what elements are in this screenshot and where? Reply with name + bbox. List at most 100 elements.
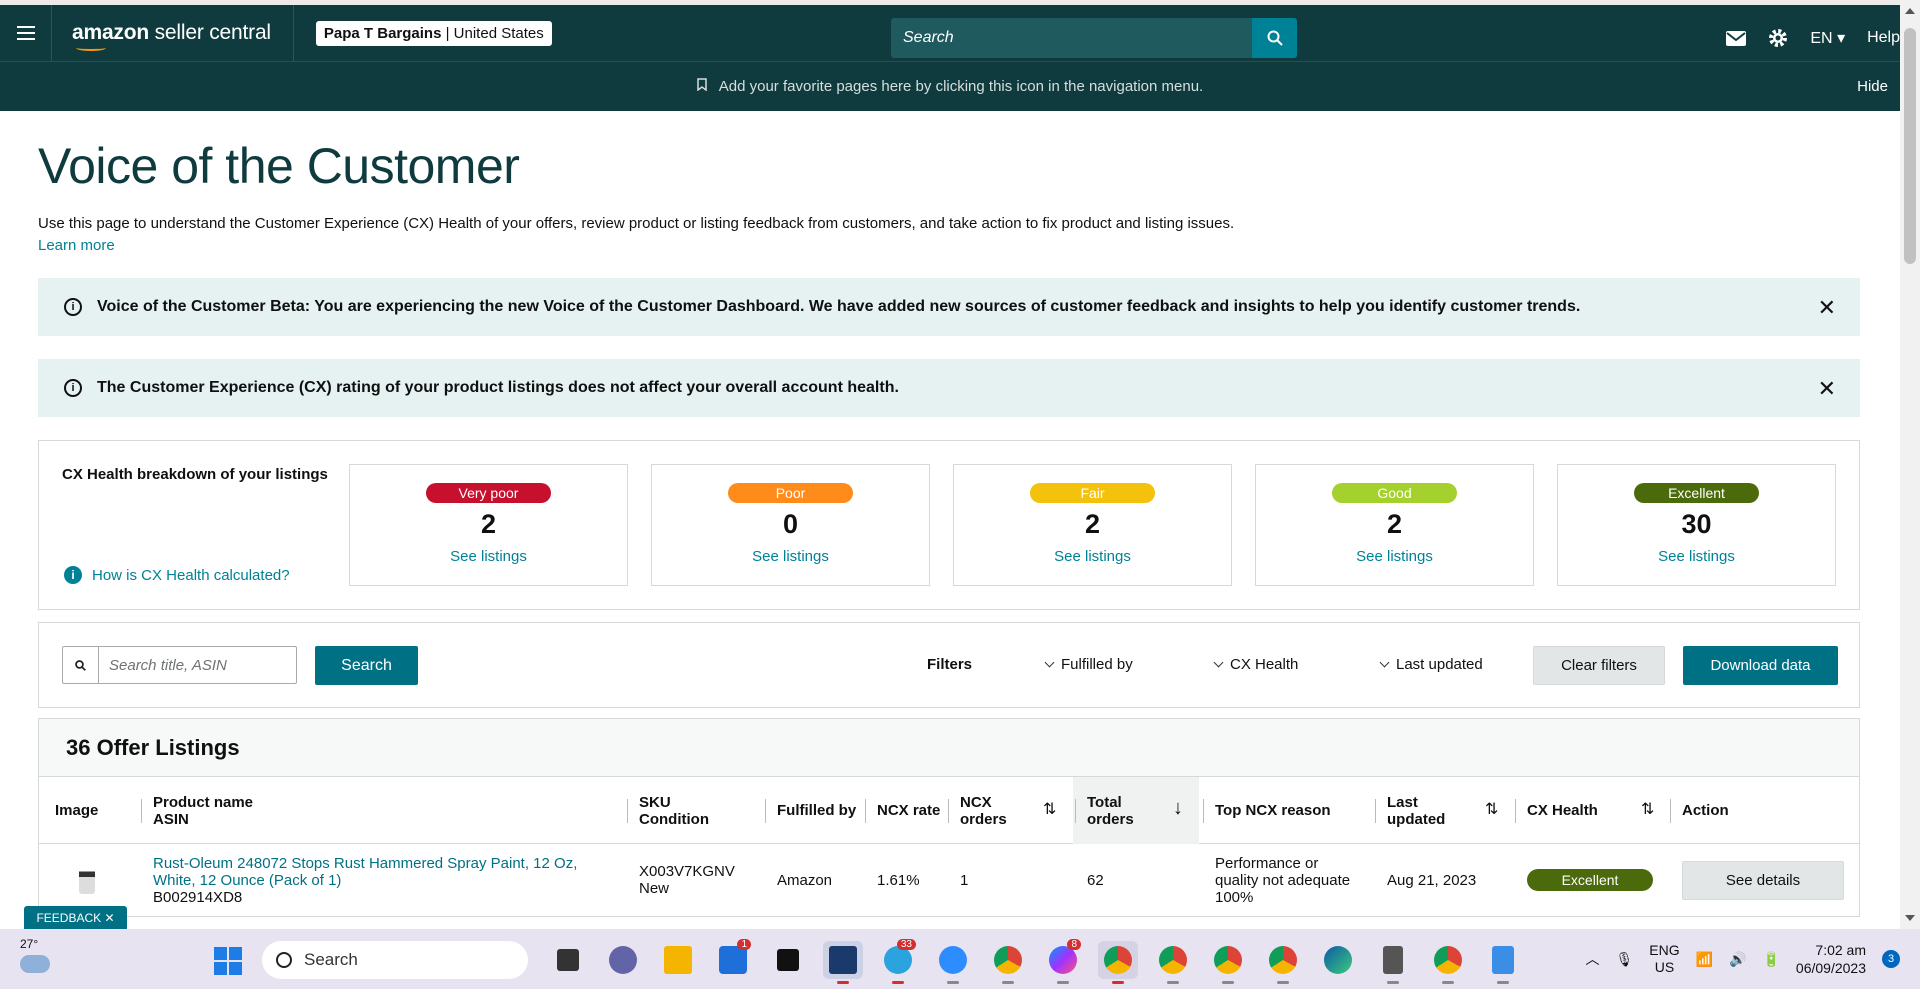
scroll-down-icon[interactable]	[1905, 915, 1915, 921]
chevron-down-icon	[1044, 657, 1055, 668]
sort-icon[interactable]: ⇅	[1043, 799, 1056, 819]
listing-search[interactable]: Search title, ASIN	[62, 646, 297, 684]
col-sku[interactable]: SKU Condition	[627, 777, 709, 844]
logo-amazon: amazon	[72, 21, 149, 44]
menu-icon[interactable]	[0, 5, 52, 61]
beta-alert: i Voice of the Customer Beta: You are ex…	[38, 278, 1860, 336]
teams-icon[interactable]	[603, 941, 643, 979]
speaker-icon[interactable]: 🔊	[1729, 951, 1746, 968]
input-language[interactable]: ENG US	[1649, 942, 1679, 976]
close-icon[interactable]: ✕	[104, 911, 114, 925]
scroll-up-icon[interactable]	[1905, 8, 1915, 14]
microphone-icon[interactable]: 🎙	[1615, 951, 1633, 968]
col-top-ncx-reason[interactable]: Top NCX reason	[1203, 777, 1331, 844]
edge-icon[interactable]	[1318, 941, 1358, 979]
col-ncx-orders[interactable]: NCX orders	[948, 777, 1007, 844]
scrollbar-thumb[interactable]	[1904, 28, 1916, 264]
mail-icon[interactable]	[1726, 30, 1747, 46]
see-details-button[interactable]: See details	[1682, 860, 1844, 900]
chrome-icon[interactable]	[1428, 941, 1468, 984]
battery-icon[interactable]: 🔋	[1762, 951, 1779, 968]
clock-date: 06/09/2023	[1795, 960, 1866, 976]
app-icon[interactable]	[823, 941, 863, 984]
page-scrollbar[interactable]	[1900, 0, 1920, 929]
see-listings-link[interactable]: See listings	[1558, 548, 1835, 565]
col-product-name[interactable]: Product name ASIN	[140, 777, 253, 844]
seller-central-logo[interactable]: amazon seller central	[72, 21, 271, 51]
learn-more-link[interactable]: Learn more	[38, 237, 115, 254]
store-icon[interactable]: 1	[713, 939, 753, 979]
windows-start-icon[interactable]	[214, 947, 242, 975]
cx-health-calc-link[interactable]: i How is CX Health calculated?	[64, 566, 290, 584]
search-button[interactable]: Search	[315, 646, 418, 685]
chrome-icon[interactable]	[1208, 941, 1248, 984]
sku-value: X003V7KGNV	[639, 863, 735, 880]
weather-widget[interactable]: 27°	[20, 937, 50, 973]
taskbar-search[interactable]: Search	[262, 941, 528, 979]
fulfilled-by-dropdown[interactable]: Fulfilled by	[1044, 656, 1133, 673]
calculator-icon[interactable]	[1373, 941, 1413, 984]
top-reason-cell: Performance or quality not adequate 100%	[1215, 844, 1355, 916]
notification-badge[interactable]: 3	[1882, 950, 1900, 968]
fulfilled-by-label: Fulfilled by	[1061, 656, 1133, 673]
status-badge: Excellent	[1634, 483, 1759, 503]
chrome-icon[interactable]	[988, 941, 1028, 984]
cx-count: 2	[480, 509, 497, 539]
language-selector[interactable]: EN ▾	[1810, 28, 1845, 48]
cx-card-poor: Poor 0 See listings	[651, 464, 930, 586]
clear-filters-button[interactable]: Clear filters	[1533, 646, 1665, 685]
see-listings-link[interactable]: See listings	[652, 548, 929, 565]
product-name-link[interactable]: Rust-Oleum 248072 Stops Rust Hammered Sp…	[153, 855, 593, 889]
global-search[interactable]: Search	[891, 18, 1297, 58]
chrome-icon[interactable]	[1263, 941, 1303, 984]
col-ncx-rate[interactable]: NCX rate	[864, 777, 940, 844]
store-selector[interactable]: Papa T Bargains | United States	[315, 20, 552, 46]
col-total-orders[interactable]: Total orders	[1075, 777, 1134, 844]
cx-health-dropdown[interactable]: CX Health	[1213, 656, 1299, 673]
notepad-icon[interactable]	[1483, 941, 1523, 984]
cx-health-cards: Very poor 2 See listings Poor 0 See list…	[349, 464, 1836, 586]
col-image: Image	[55, 802, 99, 819]
col-last-updated[interactable]: Last updated	[1374, 777, 1445, 844]
filters-label: Filters	[927, 656, 973, 673]
chrome-icon[interactable]	[1153, 941, 1193, 984]
last-updated-dropdown[interactable]: Last updated	[1379, 656, 1483, 673]
listing-search-input[interactable]: Search title, ASIN	[99, 647, 237, 683]
task-view-icon[interactable]	[548, 941, 588, 979]
dropbox-icon[interactable]	[768, 941, 808, 979]
chevron-up-icon[interactable]: ︿	[1585, 949, 1599, 969]
messenger-icon[interactable]: 8	[1043, 939, 1083, 984]
taskbar-apps: 1 33 8	[548, 939, 1523, 984]
close-icon[interactable]: ✕	[1818, 376, 1836, 402]
col-fulfilled-by[interactable]: Fulfilled by	[764, 777, 856, 844]
clock[interactable]: 7:02 am 06/09/2023	[1796, 941, 1866, 977]
col-cx-health[interactable]: CX Health	[1515, 777, 1598, 844]
zoom-icon[interactable]	[933, 941, 973, 984]
download-data-button[interactable]: Download data	[1683, 646, 1838, 685]
system-tray: ︿ 🎙 ENG US 📶 🔊 🔋 7:02 am 06/09/2023 3	[1585, 941, 1900, 977]
clock-time: 7:02 am	[1815, 942, 1866, 958]
sort-icon[interactable]: ⇅	[1641, 799, 1654, 819]
feedback-button[interactable]: FEEDBACK ✕	[24, 906, 127, 929]
global-search-button[interactable]	[1252, 18, 1297, 58]
chrome-icon[interactable]	[1098, 941, 1138, 984]
file-explorer-icon[interactable]	[658, 941, 698, 979]
store-badge: 1	[737, 939, 751, 950]
arrow-down-icon[interactable]: ↓	[1173, 797, 1183, 820]
cx-count: 2	[1084, 509, 1101, 539]
cx-rating-alert-text: The Customer Experience (CX) rating of y…	[97, 379, 899, 396]
help-link[interactable]: Help	[1867, 29, 1900, 47]
total-orders-value: 62	[1087, 871, 1104, 889]
see-listings-link[interactable]: See listings	[350, 548, 627, 565]
global-search-input[interactable]: Search	[891, 18, 1252, 58]
gear-icon[interactable]	[1768, 28, 1788, 48]
hide-favorites-button[interactable]: Hide	[1857, 78, 1888, 95]
see-listings-link[interactable]: See listings	[1256, 548, 1533, 565]
sort-icon[interactable]: ⇅	[1485, 799, 1498, 819]
see-listings-link[interactable]: See listings	[954, 548, 1231, 565]
close-icon[interactable]: ✕	[1818, 295, 1836, 321]
cx-health-filter-label: CX Health	[1230, 656, 1299, 673]
status-badge: Poor	[728, 483, 853, 503]
telegram-icon[interactable]: 33	[878, 939, 918, 984]
wifi-icon[interactable]: 📶	[1696, 951, 1713, 968]
